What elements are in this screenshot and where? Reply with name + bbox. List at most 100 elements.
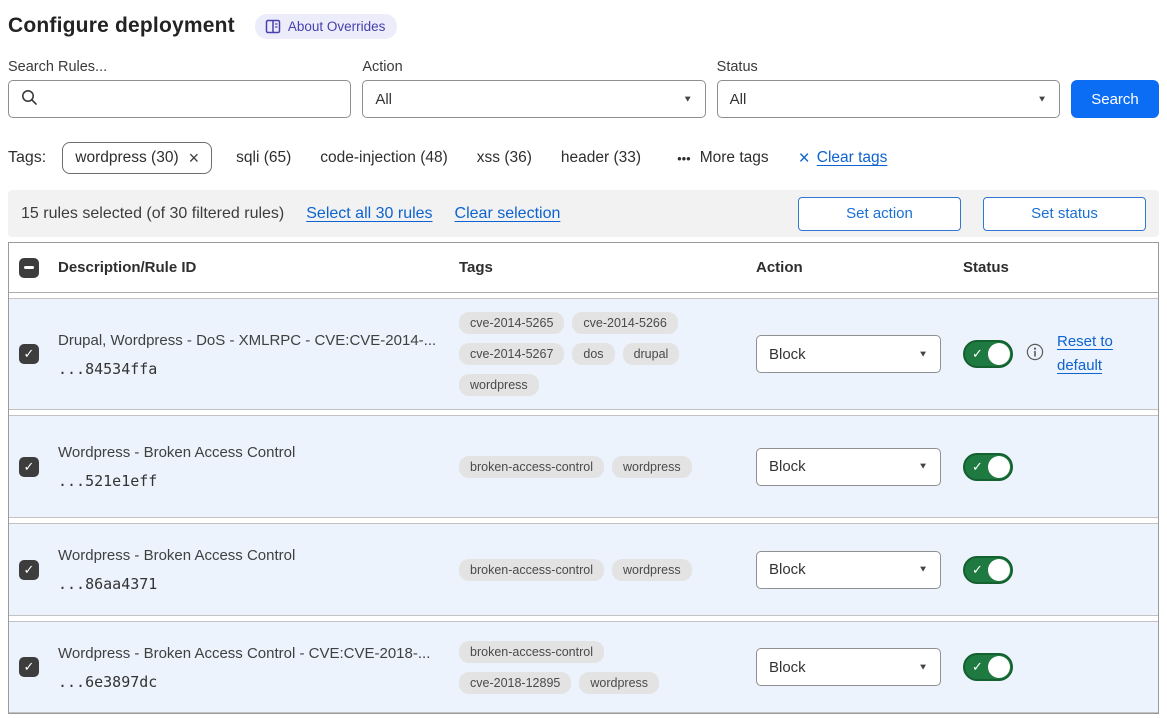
book-icon — [265, 19, 281, 34]
tag-chip: wordpress — [579, 672, 659, 694]
rule-tags-cell: cve-2014-5265 cve-2014-5266 cve-2014-526… — [459, 312, 714, 396]
row-checkbox[interactable]: ✓ — [19, 457, 39, 477]
search-input[interactable] — [8, 80, 351, 118]
info-icon[interactable] — [1026, 343, 1044, 366]
about-overrides-badge[interactable]: About Overrides — [255, 14, 398, 39]
row-checkbox-cell: ✓ — [9, 657, 58, 677]
tag-chip: broken-access-control — [459, 559, 604, 581]
set-action-button[interactable]: Set action — [798, 197, 961, 231]
rule-description-cell: Wordpress - Broken Access Control ...521… — [58, 443, 459, 490]
rule-description: Drupal, Wordpress - DoS - XMLRPC - CVE:C… — [58, 331, 459, 351]
chevron-down-icon: ▼ — [1037, 94, 1047, 103]
rule-description: Wordpress - Broken Access Control — [58, 546, 459, 566]
tag-filter-xss[interactable]: xss (36) — [477, 149, 532, 167]
row-checkbox[interactable]: ✓ — [19, 344, 39, 364]
rule-status-cell: ✓ — [963, 556, 1158, 584]
clear-tags-label: Clear tags — [817, 149, 888, 167]
row-checkbox[interactable]: ✓ — [19, 560, 39, 580]
tag-filter-code-injection[interactable]: code-injection (48) — [320, 149, 448, 167]
indeterminate-icon — [24, 266, 34, 269]
select-all-link[interactable]: Select all 30 rules — [306, 205, 432, 223]
reset-to-default-link[interactable]: Reset to default — [1057, 330, 1115, 378]
status-toggle[interactable]: ✓ — [963, 340, 1013, 368]
title-row: Configure deployment About Overrides — [8, 10, 1159, 42]
status-toggle[interactable]: ✓ — [963, 453, 1013, 481]
rule-description-cell: Drupal, Wordpress - DoS - XMLRPC - CVE:C… — [58, 331, 459, 378]
toggle-knob — [988, 656, 1010, 678]
rule-status-cell: ✓ — [963, 453, 1158, 481]
action-filter-select[interactable]: All ▼ — [362, 80, 705, 118]
select-all-checkbox[interactable] — [19, 258, 39, 278]
table-header-row: Description/Rule ID Tags Action Status — [9, 243, 1158, 293]
column-header-tags: Tags — [459, 259, 756, 276]
clear-tags-link[interactable]: × Clear tags — [799, 149, 888, 168]
column-header-action: Action — [756, 259, 963, 276]
clear-tags-icon: × — [799, 149, 810, 168]
tag-filter-sqli[interactable]: sqli (65) — [236, 149, 291, 167]
more-tags-label: More tags — [700, 149, 769, 167]
tag-chip: wordpress — [459, 374, 539, 396]
action-filter-value: All — [375, 91, 392, 108]
action-filter-group: Action All ▼ — [362, 59, 705, 118]
selection-summary: 15 rules selected (of 30 filtered rules) — [21, 205, 284, 223]
action-select[interactable]: Block ▼ — [756, 551, 941, 589]
row-checkbox[interactable]: ✓ — [19, 657, 39, 677]
chevron-down-icon: ▼ — [918, 462, 928, 471]
selected-tag-wordpress[interactable]: wordpress (30) × — [62, 142, 212, 174]
remove-tag-icon[interactable]: × — [189, 149, 200, 167]
tag-chip: dos — [572, 343, 614, 365]
check-icon: ✓ — [972, 562, 983, 578]
tag-chip: broken-access-control — [459, 456, 604, 478]
rule-action-cell: Block ▼ — [756, 335, 963, 373]
rule-id: ...86aa4371 — [58, 575, 459, 593]
tags-label: Tags: — [8, 149, 46, 167]
page-title: Configure deployment — [8, 14, 235, 38]
tag-chip: cve-2014-5267 — [459, 343, 564, 365]
table-row: ✓ Wordpress - Broken Access Control - CV… — [9, 621, 1158, 713]
configure-deployment-page: Configure deployment About Overrides Sea… — [0, 0, 1167, 714]
table-row: ✓ Wordpress - Broken Access Control ...8… — [9, 523, 1158, 616]
tag-chip: wordpress — [612, 559, 692, 581]
search-button[interactable]: Search — [1071, 80, 1159, 118]
check-icon: ✓ — [972, 659, 983, 675]
status-filter-select[interactable]: All ▼ — [717, 80, 1060, 118]
rule-action-cell: Block ▼ — [756, 448, 963, 486]
chevron-down-icon: ▼ — [683, 94, 693, 103]
action-select[interactable]: Block ▼ — [756, 335, 941, 373]
action-select-value: Block — [769, 346, 806, 363]
tag-chip: wordpress — [612, 456, 692, 478]
table-row: ✓ Wordpress - Broken Access Control ...5… — [9, 415, 1158, 518]
more-tags-button[interactable]: ••• More tags — [677, 149, 769, 167]
selection-bar: 15 rules selected (of 30 filtered rules)… — [8, 190, 1159, 237]
column-header-description: Description/Rule ID — [58, 259, 459, 276]
filters-row: Search Rules... Action All ▼ Status All … — [8, 59, 1159, 118]
action-filter-label: Action — [362, 59, 705, 75]
search-rules-group: Search Rules... — [8, 59, 351, 118]
tags-bar: Tags: wordpress (30) × sqli (65) code-in… — [8, 140, 1159, 176]
toggle-knob — [988, 343, 1010, 365]
header-checkbox-cell — [9, 258, 58, 278]
action-select[interactable]: Block ▼ — [756, 448, 941, 486]
tag-filter-header[interactable]: header (33) — [561, 149, 641, 167]
set-status-button[interactable]: Set status — [983, 197, 1146, 231]
toggle-knob — [988, 456, 1010, 478]
search-rules-label: Search Rules... — [8, 59, 351, 75]
rule-id: ...6e3897dc — [58, 673, 459, 691]
selected-tag-label: wordpress (30) — [75, 149, 178, 167]
row-checkbox-cell: ✓ — [9, 344, 58, 364]
row-checkbox-cell: ✓ — [9, 560, 58, 580]
column-header-status: Status — [963, 259, 1158, 276]
check-icon: ✓ — [972, 346, 983, 362]
clear-selection-link[interactable]: Clear selection — [455, 205, 561, 223]
status-toggle[interactable]: ✓ — [963, 556, 1013, 584]
rule-id: ...84534ffa — [58, 360, 459, 378]
rule-description-cell: Wordpress - Broken Access Control - CVE:… — [58, 644, 459, 691]
ellipsis-icon: ••• — [677, 151, 691, 166]
action-select-value: Block — [769, 458, 806, 475]
action-select-value: Block — [769, 659, 806, 676]
rule-description: Wordpress - Broken Access Control — [58, 443, 459, 463]
action-select[interactable]: Block ▼ — [756, 648, 941, 686]
status-toggle[interactable]: ✓ — [963, 653, 1013, 681]
action-select-value: Block — [769, 561, 806, 578]
tag-chip: cve-2014-5266 — [572, 312, 677, 334]
